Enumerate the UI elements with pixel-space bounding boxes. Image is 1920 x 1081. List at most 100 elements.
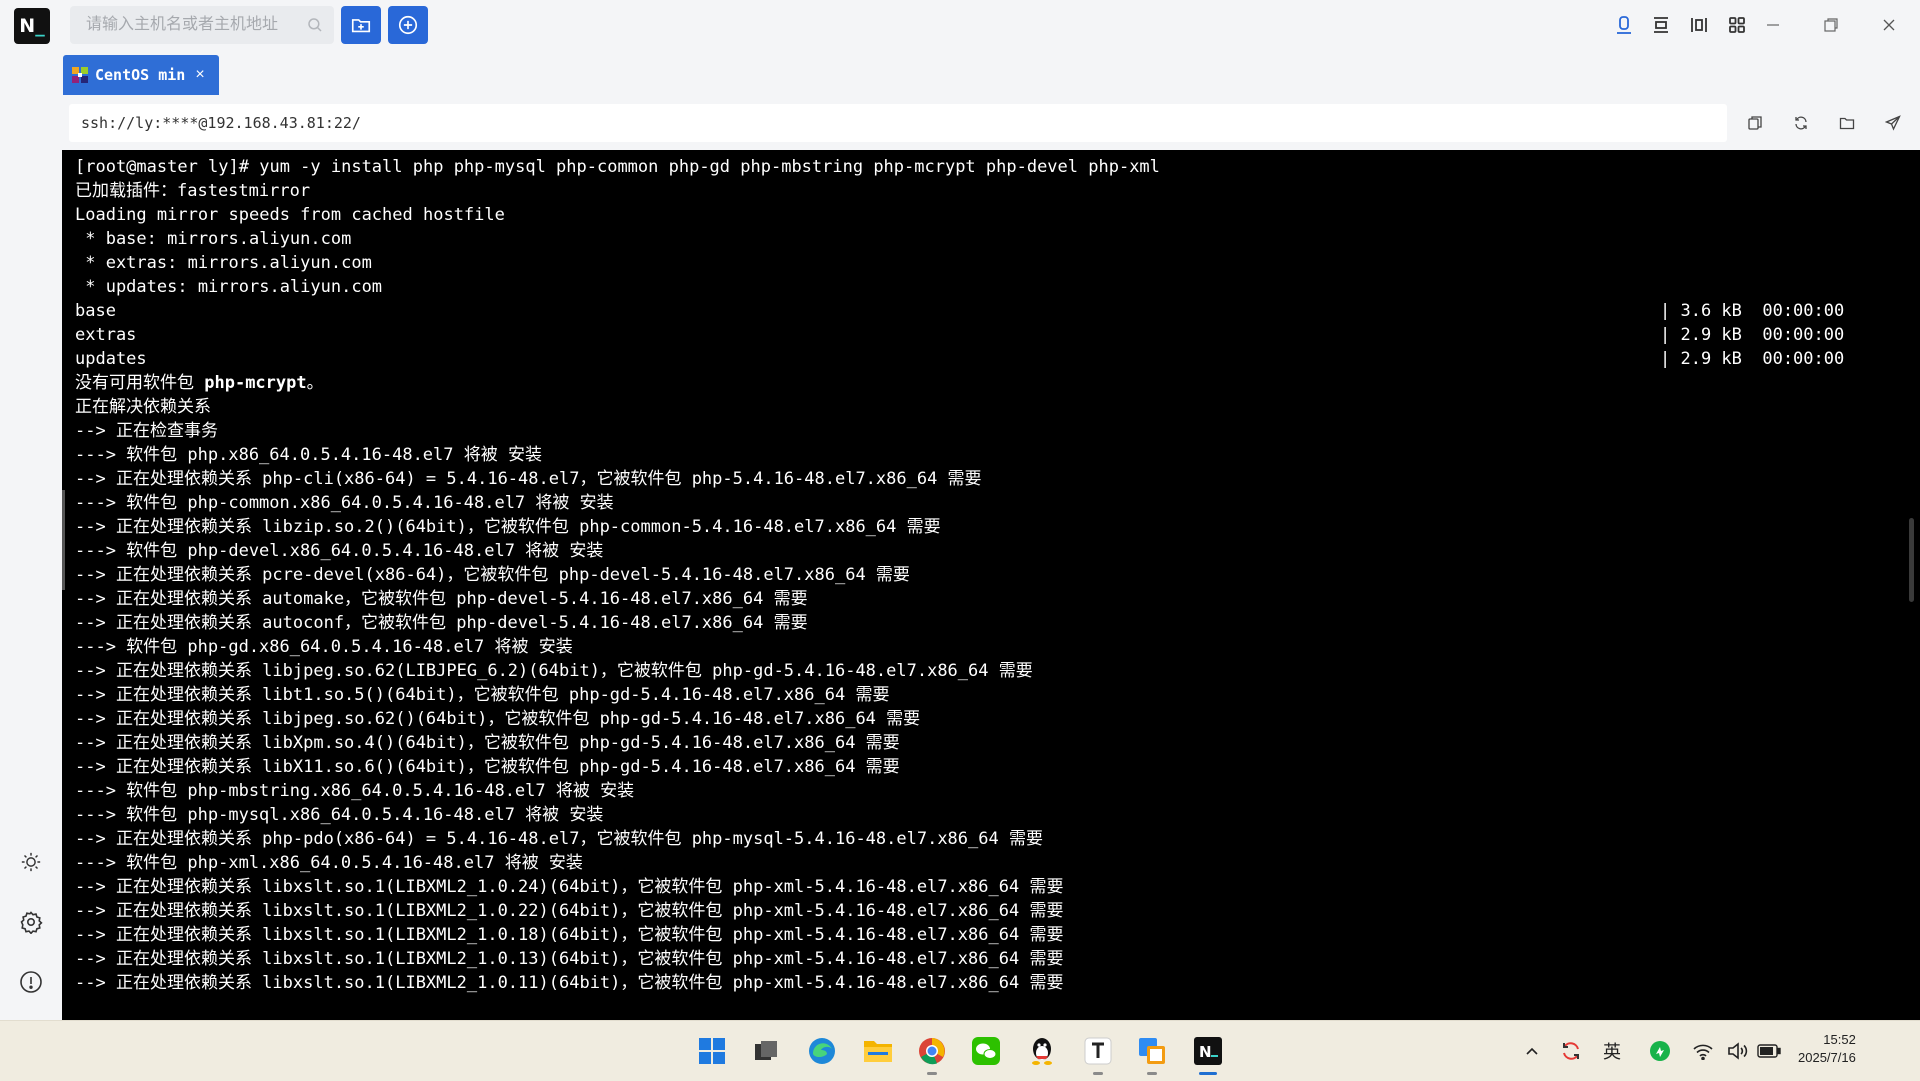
terminal-left-edge <box>62 490 65 590</box>
minimize-button[interactable] <box>1758 10 1788 40</box>
close-window-button[interactable] <box>1874 10 1904 40</box>
address-bar: ssh://ly:****@192.168.43.81:22/ <box>62 96 1920 150</box>
host-search-input[interactable] <box>70 6 316 44</box>
taskbar-nxshell[interactable]: N <box>1190 1033 1226 1075</box>
system-clock[interactable]: 15:52 2025/7/16 <box>1798 1031 1856 1067</box>
app-logo-letter: N <box>19 15 36 37</box>
app-logo-underscore: _ <box>35 15 45 37</box>
terminal-line: [root@master ly]# yum -y install php php… <box>75 155 1895 179</box>
taskbar-chrome[interactable] <box>914 1033 950 1075</box>
tray-green-app[interactable] <box>1646 1037 1674 1065</box>
running-indicator <box>1147 1072 1157 1075</box>
sync-icon <box>1563 1042 1579 1060</box>
terminal-line-suffix: 。 <box>306 373 324 393</box>
terminal-line-text: * base: mirrors.aliyun.com <box>75 229 352 249</box>
send-button[interactable] <box>1880 110 1906 136</box>
taskbar-wechat[interactable] <box>968 1033 1004 1069</box>
terminal-line-text: ---> 软件包 php-devel.x86_64.0.5.4.16-48.el… <box>75 541 604 561</box>
svg-text:N: N <box>1199 1043 1212 1061</box>
copy-button[interactable] <box>1742 110 1768 136</box>
start-button[interactable] <box>694 1033 730 1069</box>
restore-icon <box>1824 18 1838 32</box>
folder-icon <box>1839 117 1855 130</box>
theme-toggle-button[interactable] <box>17 848 45 876</box>
taskbar-edge[interactable] <box>804 1033 840 1069</box>
terminal-line-text: --> 正在处理依赖关系 libjpeg.so.62()(64bit)，它被软件… <box>75 709 921 729</box>
wifi-icon <box>1693 1044 1713 1060</box>
volume-control[interactable] <box>1726 1037 1750 1065</box>
battery-icon <box>1757 1044 1781 1058</box>
terminal-line: 已加载插件：fastestmirror <box>75 179 1895 203</box>
terminal-line: * base: mirrors.aliyun.com <box>75 227 1895 251</box>
tab-label: CentOS min <box>95 66 186 84</box>
terminal-line-text: [root@master ly]# yum -y install php php… <box>75 157 1160 177</box>
terminal-lines: [root@master ly]# yum -y install php php… <box>75 155 1895 995</box>
chrome-icon <box>919 1038 945 1065</box>
terminal-line: ---> 软件包 php.x86_64.0.5.4.16-48.el7 将被 安… <box>75 443 1895 467</box>
terminal-line-text: extras <box>75 325 137 345</box>
app-logo: N_ <box>14 8 50 44</box>
ssh-address-field[interactable]: ssh://ly:****@192.168.43.81:22/ <box>69 104 1727 142</box>
sftp-folder-button[interactable] <box>1834 110 1860 136</box>
terminal-scrollbar[interactable] <box>1909 518 1914 602</box>
new-folder-button[interactable] <box>341 6 381 44</box>
terminal-line-text: 没有可用软件包 <box>75 373 205 393</box>
terminal-line: --> 正在处理依赖关系 libxslt.so.1(LIBXML2_1.0.24… <box>75 875 1895 899</box>
terminal-line: --> 正在处理依赖关系 libX11.so.6()(64bit)，它被软件包 … <box>75 755 1895 779</box>
layout-rows-icon <box>1654 17 1668 33</box>
running-indicator <box>927 1072 937 1075</box>
minimize-icon <box>1767 24 1779 26</box>
terminal-line: ---> 软件包 php-gd.x86_64.0.5.4.16-48.el7 将… <box>75 635 1895 659</box>
battery-status[interactable] <box>1756 1037 1782 1065</box>
terminal-line-text: --> 正在处理依赖关系 libxslt.so.1(LIBXML2_1.0.24… <box>75 877 1064 897</box>
terminal-line-text: --> 正在处理依赖关系 libxslt.so.1(LIBXML2_1.0.18… <box>75 925 1064 945</box>
layout-single-button[interactable] <box>1609 10 1639 40</box>
taskbar-remote-desktop[interactable] <box>1134 1033 1170 1075</box>
taskbar-typora[interactable] <box>1080 1033 1116 1075</box>
layout-grid-button[interactable] <box>1722 10 1752 40</box>
tab-close-button[interactable]: × <box>195 66 204 84</box>
ime-indicator[interactable]: 英 <box>1598 1037 1626 1065</box>
about-button[interactable] <box>17 968 45 996</box>
running-indicator <box>1093 1072 1103 1075</box>
taskbar-qq[interactable] <box>1024 1033 1060 1069</box>
maximize-button[interactable] <box>1816 10 1846 40</box>
clock-date: 2025/7/16 <box>1798 1050 1856 1065</box>
terminal-line-bold: php-mcrypt <box>204 373 307 393</box>
layout-rows-button[interactable] <box>1646 10 1676 40</box>
terminal-line-text: --> 正在处理依赖关系 automake，它被软件包 php-devel-5.… <box>75 589 808 609</box>
layout-columns-button[interactable] <box>1684 10 1714 40</box>
task-view-button[interactable] <box>748 1033 784 1069</box>
terminal-line: base | 3.6 kB 00:00:00 <box>75 299 1895 323</box>
info-icon <box>20 971 42 993</box>
new-session-button[interactable] <box>388 6 428 44</box>
terminal-line-text: --> 正在处理依赖关系 pcre-devel(x86-64)，它被软件包 ph… <box>75 565 910 585</box>
refresh-icon <box>1795 116 1807 130</box>
terminal-line: extras | 2.9 kB 00:00:00 <box>75 323 1895 347</box>
wechat-icon <box>972 1037 1000 1065</box>
terminal-line: updates | 2.9 kB 00:00:00 <box>75 347 1895 371</box>
refresh-button[interactable] <box>1788 110 1814 136</box>
terminal-line: ---> 软件包 php-mbstring.x86_64.0.5.4.16-48… <box>75 779 1895 803</box>
terminal-line: ---> 软件包 php-common.x86_64.0.5.4.16-48.e… <box>75 491 1895 515</box>
tab-centos-min[interactable]: CentOS min × <box>63 55 219 95</box>
layout-single-icon <box>1617 16 1631 34</box>
speaker-icon <box>1728 1042 1748 1060</box>
search-icon[interactable] <box>306 16 324 39</box>
terminal-line-text: --> 正在处理依赖关系 libxslt.so.1(LIBXML2_1.0.11… <box>75 973 1064 993</box>
close-icon <box>1883 19 1895 31</box>
taskbar-file-explorer[interactable] <box>860 1033 896 1069</box>
terminal-line-text: --> 正在处理依赖关系 libzip.so.2()(64bit)，它被软件包 … <box>75 517 941 537</box>
show-hidden-icons-button[interactable] <box>1520 1037 1544 1065</box>
copy-icon <box>1748 116 1762 130</box>
terminal-output[interactable]: [root@master ly]# yum -y install php php… <box>62 150 1920 1020</box>
terminal-line-text: ---> 软件包 php.x86_64.0.5.4.16-48.el7 将被 安… <box>75 445 542 465</box>
tray-sync-app[interactable] <box>1556 1037 1586 1065</box>
terminal-line: --> 正在处理依赖关系 php-pdo(x86-64) = 5.4.16-48… <box>75 827 1895 851</box>
terminal-line-progress: | 2.9 kB 00:00:00 <box>1660 349 1845 369</box>
settings-button[interactable] <box>17 908 45 936</box>
wifi-status[interactable] <box>1690 1037 1716 1065</box>
centos-logo-icon <box>71 66 89 84</box>
layout-grid-icon <box>1729 17 1745 33</box>
terminal-line-text: ---> 软件包 php-mysql.x86_64.0.5.4.16-48.el… <box>75 805 604 825</box>
